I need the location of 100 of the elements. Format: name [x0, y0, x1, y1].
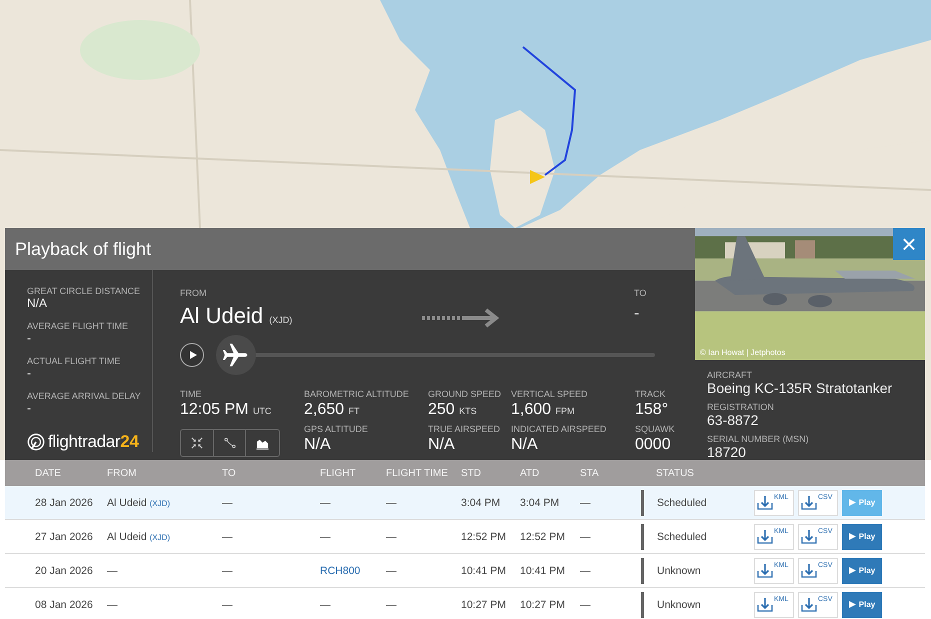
- stat-label: AVERAGE ARRIVAL DELAY: [27, 391, 142, 402]
- table-cell-text: —: [320, 530, 332, 542]
- table-cell-text: —: [580, 598, 592, 610]
- download-icon: [801, 528, 817, 544]
- flight-link[interactable]: RCH800: [320, 564, 386, 576]
- table-cell-text: —: [222, 564, 234, 576]
- column-header: STATUS: [655, 468, 695, 478]
- column-header: FLIGHT: [320, 468, 357, 478]
- table-cell-text: —: [320, 598, 332, 610]
- from-label: FROM: [180, 288, 208, 299]
- stat-value: 250 KTS: [428, 400, 478, 420]
- table-cell-text: —: [580, 530, 592, 542]
- table-cell-text: 10:27 PM: [461, 598, 507, 610]
- table-cell-text: Al Udeid (XJD): [107, 530, 172, 542]
- play-icon: [848, 567, 856, 574]
- column-header: DATE: [35, 468, 62, 478]
- slider-thumb[interactable]: [216, 335, 256, 375]
- stat-value: N/A: [428, 435, 456, 454]
- table-cell-text: 12:52 PM: [461, 530, 507, 542]
- time-label: TIME: [180, 389, 202, 400]
- to-label: TO: [634, 288, 646, 299]
- time-value: 12:05 PM UTC: [180, 400, 272, 420]
- stat-value: -: [27, 332, 32, 345]
- table-cell-text: 10:41 PM: [520, 564, 566, 576]
- table-cell-text: —: [222, 496, 234, 508]
- table-cell-text: 27 Jan 2026: [35, 530, 94, 542]
- download-icon: [757, 562, 773, 578]
- aircraft-label: SERIAL NUMBER (MSN): [707, 434, 810, 445]
- download-icon: [801, 596, 817, 612]
- column-header: ATD: [520, 468, 540, 478]
- table-cell-text: 3:04 PM: [461, 496, 502, 508]
- table-cell-text: 08 Jan 2026: [35, 598, 94, 610]
- stat-label: SQUAWK: [635, 424, 676, 435]
- table-cell-text: —: [386, 530, 398, 542]
- stat-value: N/A: [511, 435, 539, 454]
- stat-label: TRUE AIRSPEED: [428, 424, 502, 435]
- logo-text: flightradar24: [48, 432, 139, 452]
- table-cell-text: 28 Jan 2026: [35, 496, 94, 508]
- stat-label: ACTUAL FLIGHT TIME: [27, 356, 122, 367]
- play-icon: [848, 601, 856, 608]
- column-header: STA: [580, 468, 600, 478]
- column-header: TO: [222, 468, 237, 478]
- download-icon: [801, 562, 817, 578]
- play-button[interactable]: Play: [842, 524, 882, 550]
- stat-value: 0000: [635, 435, 672, 454]
- column-header: FROM: [107, 468, 138, 478]
- aircraft-label: AIRCRAFT: [707, 370, 753, 381]
- table-cell-text: —: [580, 564, 592, 576]
- stat-value: N/A: [27, 297, 48, 310]
- aircraft-value: Boeing KC-135R Stratotanker: [707, 381, 894, 396]
- play-button[interactable]: Play: [842, 558, 882, 584]
- table-cell-text: —: [386, 598, 398, 610]
- table-cell-text: —: [386, 564, 398, 576]
- photo-credit: © Ian Howat | Jetphotos: [700, 348, 786, 357]
- table-cell-text: 12:52 PM: [520, 530, 566, 542]
- download-icon: [801, 494, 817, 510]
- play-icon: [188, 350, 198, 360]
- table-cell-text: —: [107, 598, 118, 610]
- column-header: STD: [461, 468, 482, 478]
- table-cell-text: —: [222, 598, 234, 610]
- table-cell-text: —: [320, 496, 332, 508]
- stat-label: GROUND SPEED: [428, 389, 502, 400]
- aircraft-label: REGISTRATION: [707, 402, 775, 413]
- playback-slider[interactable]: [216, 335, 655, 375]
- stat-value: 2,650 FT: [304, 400, 360, 420]
- stat-label: GREAT CIRCLE DISTANCE: [27, 286, 142, 297]
- table-cell-text: 10:27 PM: [520, 598, 566, 610]
- stat-label: TRACK: [635, 389, 667, 400]
- destination-value: -: [634, 305, 640, 323]
- table-cell-text: —: [580, 496, 592, 508]
- close-button[interactable]: ×: [893, 228, 925, 260]
- radar-logo-icon: [27, 433, 45, 451]
- download-icon: [757, 494, 773, 510]
- stat-label: BAROMETRIC ALTITUDE: [304, 389, 410, 400]
- table-cell-text: 3:04 PM: [520, 496, 560, 508]
- stat-value: 158°: [635, 400, 670, 419]
- aircraft-value: 18720: [707, 445, 747, 460]
- download-icon: [757, 528, 773, 544]
- stat-label: INDICATED AIRSPEED: [511, 424, 608, 435]
- table-cell-text: —: [386, 496, 398, 508]
- table-cell-text: 10:41 PM: [461, 564, 507, 576]
- arrow-icon: [422, 308, 500, 328]
- column-header: FLIGHT TIME: [386, 468, 449, 478]
- play-icon: [848, 533, 856, 540]
- play-button[interactable]: [180, 343, 204, 367]
- stat-value: N/A: [304, 435, 332, 454]
- play-button[interactable]: Play: [842, 592, 882, 618]
- panel-title: Playback of flight: [15, 238, 152, 260]
- table-cell-text: 20 Jan 2026: [35, 564, 94, 576]
- table-cell-text: —: [107, 564, 118, 576]
- stat-label: AVERAGE FLIGHT TIME: [27, 321, 130, 332]
- play-icon: [848, 499, 856, 506]
- stat-value: -: [27, 367, 32, 380]
- download-icon: [757, 596, 773, 612]
- aircraft-value: 63-8872: [707, 413, 760, 428]
- stat-label: VERTICAL SPEED: [511, 389, 589, 400]
- stat-label: GPS ALTITUDE: [304, 424, 369, 435]
- table-cell-text: —: [222, 530, 234, 542]
- airport-name: Al Udeid (XJD): [180, 303, 294, 329]
- stat-value: 1,600 FPM: [511, 400, 576, 420]
